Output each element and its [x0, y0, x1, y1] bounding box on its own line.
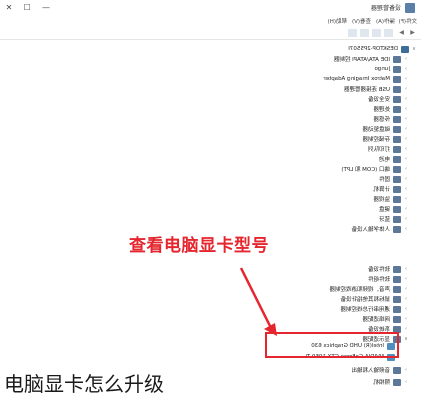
annotation-callout: 查看电脑显卡型号 [129, 229, 269, 257]
device-manager-screenshot: 设备管理器 — ☐ ✕ 文件(F) 操作(A) 查看(V) 帮助(H) ◀ ▶ … [0, 0, 421, 400]
article-caption: 电脑显卡怎么升级 [4, 368, 168, 397]
callout-text: 查看电脑显卡型号 [129, 235, 269, 256]
annotation-arrow [239, 267, 277, 336]
arrow-shaft [239, 267, 273, 329]
